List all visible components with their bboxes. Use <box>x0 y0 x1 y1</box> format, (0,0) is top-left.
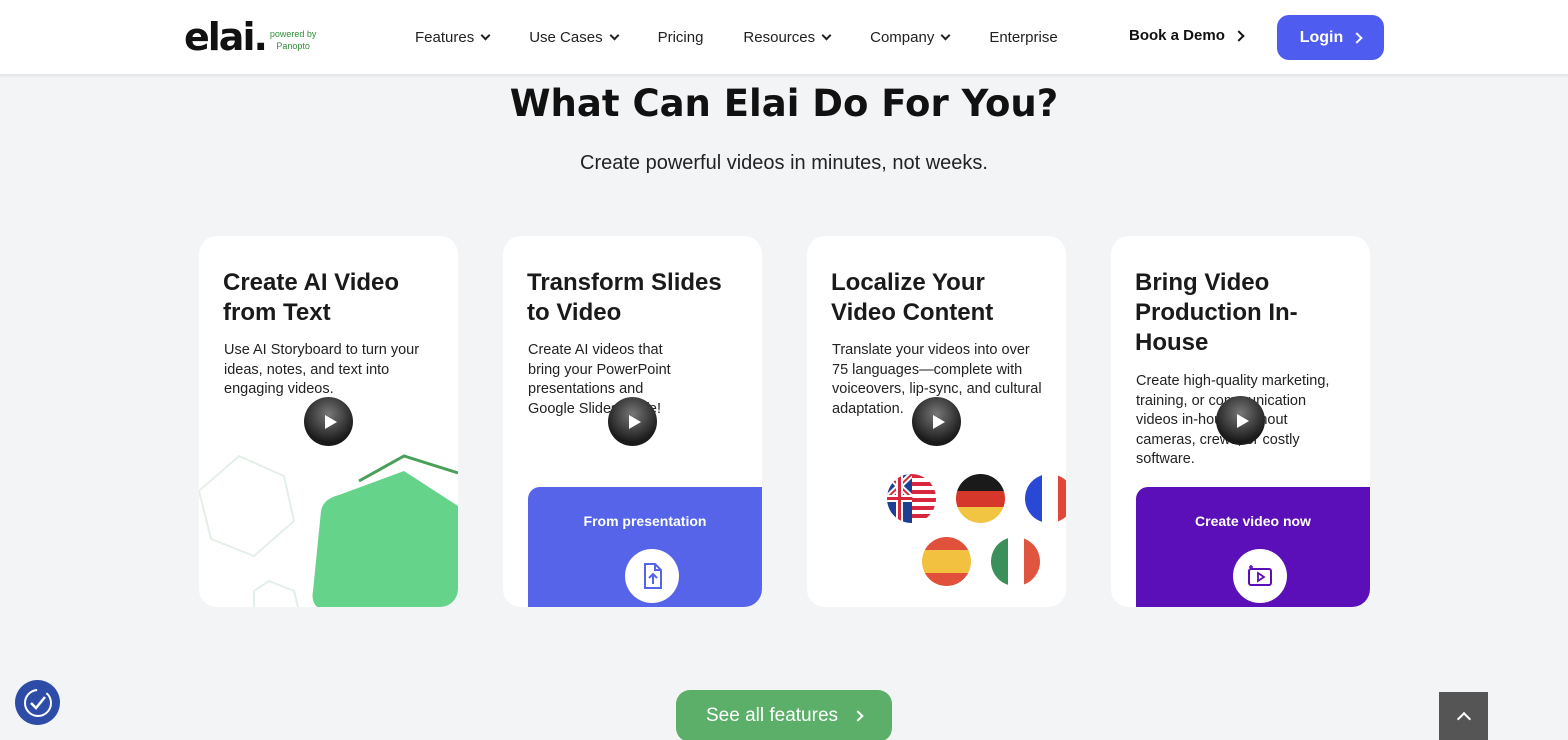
play-icon <box>932 414 945 429</box>
chevron-down-icon <box>821 30 832 41</box>
play-icon <box>628 414 641 429</box>
nav-enterprise[interactable]: Enterprise <box>989 29 1057 46</box>
uk-us-flag-icon <box>887 474 936 523</box>
login-button[interactable]: Login <box>1277 15 1384 60</box>
italy-flag-icon <box>991 537 1040 586</box>
site-header: elai. powered by Panopto Features Use Ca… <box>0 0 1568 75</box>
accessibility-check-icon <box>23 688 52 717</box>
create-video-now-panel[interactable]: Create video now <box>1136 487 1370 607</box>
chevron-right-icon <box>852 710 864 722</box>
france-flag-icon <box>1025 474 1066 523</box>
nav-company[interactable]: Company <box>870 29 951 46</box>
logo-wordmark: elai. <box>184 15 268 59</box>
nav-pricing[interactable]: Pricing <box>658 29 704 46</box>
play-icon <box>1236 413 1249 428</box>
card-title: Transform Slides to Video <box>527 269 722 326</box>
panel-label: From presentation <box>583 513 707 529</box>
card-description: Use AI Storyboard to turn your ideas, no… <box>224 342 420 397</box>
panel-label: Create video now <box>1195 513 1311 529</box>
see-all-features-button[interactable]: See all features <box>676 690 892 740</box>
section-title: What Can Elai Do For You? <box>509 82 1059 125</box>
book-demo-link[interactable]: Book a Demo <box>1129 27 1245 44</box>
feature-card-localize[interactable]: Localize Your Video Content Translate yo… <box>807 236 1066 607</box>
card-title: Bring Video Production In-House <box>1135 269 1298 356</box>
chevron-up-icon <box>1456 711 1471 726</box>
germany-flag-icon <box>956 474 1005 523</box>
file-upload-icon <box>625 549 679 603</box>
chevron-down-icon <box>609 30 620 41</box>
card-title: Localize Your Video Content <box>831 269 994 326</box>
back-to-top-button[interactable] <box>1439 692 1488 740</box>
feature-card-in-house-production[interactable]: Bring Video Production In-House Create h… <box>1111 236 1370 607</box>
feature-card-slides-to-video[interactable]: Transform Slides to Video Create AI vide… <box>503 236 762 607</box>
card-title: Create AI Video from Text <box>223 269 400 326</box>
from-presentation-panel[interactable]: From presentation <box>528 487 762 607</box>
section-subtitle: Create powerful videos in minutes, not w… <box>580 152 988 174</box>
chevron-down-icon <box>480 30 491 41</box>
play-button[interactable] <box>304 397 353 446</box>
hexagon-shapes-decoration <box>199 454 458 607</box>
nav-features[interactable]: Features <box>415 29 491 46</box>
play-button[interactable] <box>912 397 961 446</box>
nav-use-cases[interactable]: Use Cases <box>529 29 620 46</box>
elai-logo[interactable]: elai. powered by Panopto <box>184 18 316 56</box>
accessibility-widget-button[interactable] <box>15 680 60 725</box>
play-icon <box>324 414 337 429</box>
card-description: Create AI videos that bring your PowerPo… <box>528 342 671 417</box>
logo-powered-by: powered by Panopto <box>269 29 317 51</box>
chevron-down-icon <box>940 30 951 41</box>
chevron-right-icon <box>1233 29 1245 42</box>
nav-resources[interactable]: Resources <box>743 29 832 46</box>
feature-card-text-to-video[interactable]: Create AI Video from Text Use AI Storybo… <box>199 236 458 607</box>
play-button[interactable] <box>1216 396 1265 445</box>
main-nav: Features Use Cases Pricing Resources Com… <box>415 0 1098 75</box>
video-create-icon <box>1233 549 1287 603</box>
chevron-right-icon <box>1351 31 1363 44</box>
spain-flag-icon <box>922 537 971 586</box>
play-button[interactable] <box>608 397 657 446</box>
